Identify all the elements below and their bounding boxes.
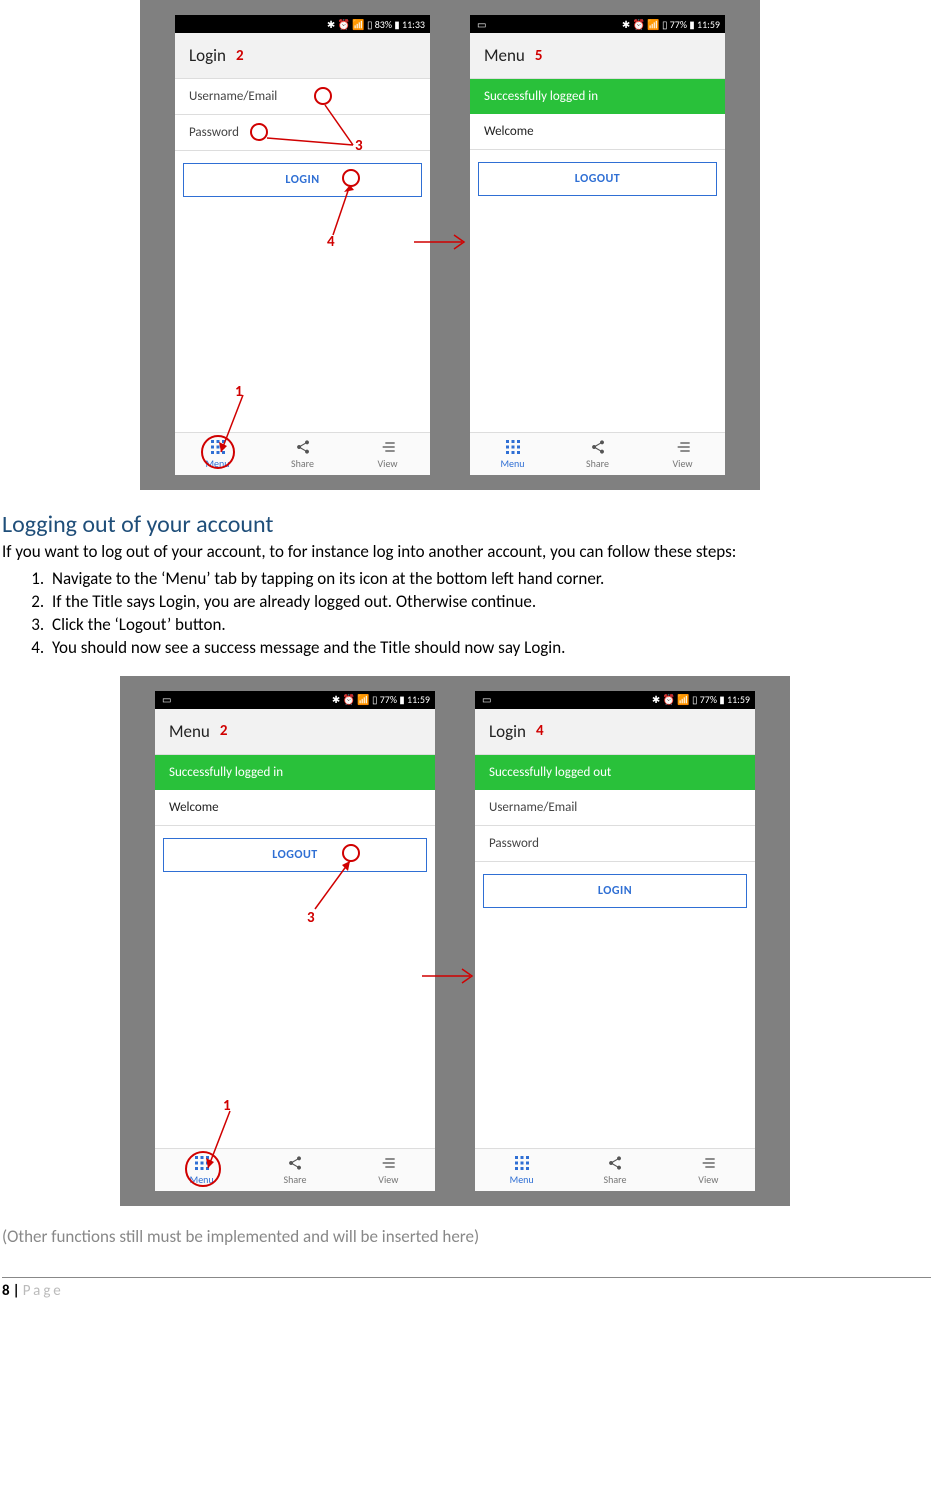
tab-share[interactable]: Share xyxy=(555,433,640,475)
share-icon xyxy=(568,1155,661,1171)
screen-title: Menu xyxy=(484,45,525,66)
annotation-2: 2 xyxy=(220,722,228,740)
phone-menu: ▭ ✱ ⏰ 📶 ▯ 77% ▮ 11:59 Menu 5 Successfull… xyxy=(470,15,725,475)
annotation-3: 3 xyxy=(307,909,315,927)
success-banner: Successfully logged out xyxy=(475,755,755,790)
phone-menu: ▭ ✱ ⏰ 📶 ▯ 77% ▮ 11:59 Menu 2 Successfull… xyxy=(155,691,435,1191)
tab-menu[interactable]: Menu xyxy=(475,1149,568,1191)
annotation-5: 5 xyxy=(535,47,543,65)
login-button[interactable]: LOGIN xyxy=(183,163,422,197)
logout-button[interactable]: LOGOUT xyxy=(163,838,427,872)
status-icons: ✱ ⏰ 📶 ▯ 77% ▮ 11:59 xyxy=(332,693,430,706)
tab-menu[interactable]: Menu xyxy=(155,1149,248,1191)
phone-login: ✱ ⏰ 📶 ▯ 83% ▮ 11:33 Login 2 Username/Ema… xyxy=(175,15,430,475)
password-field[interactable]: Password xyxy=(175,115,430,151)
username-field[interactable]: Username/Email xyxy=(175,79,430,115)
image-icon: ▭ xyxy=(482,693,491,706)
welcome-text: Welcome xyxy=(155,790,435,826)
tab-share[interactable]: Share xyxy=(248,1149,341,1191)
status-bar: ▭ ✱ ⏰ 📶 ▯ 77% ▮ 11:59 xyxy=(470,15,725,33)
list-icon xyxy=(662,1155,755,1171)
list-icon xyxy=(342,1155,435,1171)
title-bar: Menu 5 xyxy=(470,33,725,79)
page-number: 8 xyxy=(2,1282,10,1300)
login-button[interactable]: LOGIN xyxy=(483,874,747,908)
step-item: You should now see a success message and… xyxy=(48,637,933,658)
bottom-nav: Menu Share View xyxy=(155,1148,435,1191)
list-icon xyxy=(640,439,725,455)
annotation-1: 1 xyxy=(223,1097,231,1115)
step-item: Click the ‘Logout’ button. xyxy=(48,614,933,635)
tab-view[interactable]: View xyxy=(662,1149,755,1191)
tab-view[interactable]: View xyxy=(342,1149,435,1191)
status-icons: ✱ ⏰ 📶 ▯ 77% ▮ 11:59 xyxy=(652,693,750,706)
figure-logout-flow: ▭ ✱ ⏰ 📶 ▯ 77% ▮ 11:59 Menu 2 Successfull… xyxy=(120,676,790,1206)
screen-title: Menu xyxy=(169,721,210,742)
status-icons: ✱ ⏰ 📶 ▯ 77% ▮ 11:59 xyxy=(622,18,720,31)
password-field[interactable]: Password xyxy=(475,826,755,862)
image-icon: ▭ xyxy=(162,693,171,706)
tab-menu[interactable]: Menu xyxy=(175,433,260,475)
annotation-2: 2 xyxy=(236,47,244,65)
welcome-text: Welcome xyxy=(470,114,725,150)
title-bar: Login 4 xyxy=(475,709,755,755)
grid-icon xyxy=(470,439,555,455)
status-bar: ▭ ✱ ⏰ 📶 ▯ 77% ▮ 11:59 xyxy=(155,691,435,709)
tab-share[interactable]: Share xyxy=(568,1149,661,1191)
intro-text: If you want to log out of your account, … xyxy=(2,541,933,564)
image-icon: ▭ xyxy=(477,18,486,31)
share-icon xyxy=(555,439,640,455)
screen-title: Login xyxy=(489,721,526,742)
status-icons: ✱ ⏰ 📶 ▯ 83% ▮ 11:33 xyxy=(327,18,425,31)
tab-share[interactable]: Share xyxy=(260,433,345,475)
tab-view[interactable]: View xyxy=(640,433,725,475)
step-item: If the Title says Login, you are already… xyxy=(48,591,933,612)
tab-menu[interactable]: Menu xyxy=(470,433,555,475)
page-label: Page xyxy=(23,1282,64,1300)
grid-icon xyxy=(475,1155,568,1171)
annotation-4: 4 xyxy=(536,722,544,740)
annotation-4: 4 xyxy=(327,233,335,251)
status-bar: ✱ ⏰ 📶 ▯ 83% ▮ 11:33 xyxy=(175,15,430,33)
phone-login-after: ▭ ✱ ⏰ 📶 ▯ 77% ▮ 11:59 Login 4 Successful… xyxy=(475,691,755,1191)
figure-login-flow: ✱ ⏰ 📶 ▯ 83% ▮ 11:33 Login 2 Username/Ema… xyxy=(140,0,760,490)
section-heading: Logging out of your account xyxy=(0,510,933,539)
title-bar: Login 2 xyxy=(175,33,430,79)
status-bar: ▭ ✱ ⏰ 📶 ▯ 77% ▮ 11:59 xyxy=(475,691,755,709)
annotation-3: 3 xyxy=(355,137,363,155)
annotation-1: 1 xyxy=(235,383,243,401)
share-icon xyxy=(260,439,345,455)
steps-list: Navigate to the ‘Menu’ tab by tapping on… xyxy=(26,568,933,658)
step-item: Navigate to the ‘Menu’ tab by tapping on… xyxy=(48,568,933,589)
success-banner: Successfully logged in xyxy=(470,79,725,114)
note-text: (Other functions still must be implement… xyxy=(2,1226,933,1247)
list-icon xyxy=(345,439,430,455)
page-footer: 8|Page xyxy=(2,1277,931,1300)
bottom-nav: Menu Share View xyxy=(470,432,725,475)
tab-view[interactable]: View xyxy=(345,433,430,475)
share-icon xyxy=(248,1155,341,1171)
bottom-nav: Menu Share View xyxy=(175,432,430,475)
bottom-nav: Menu Share View xyxy=(475,1148,755,1191)
logout-button[interactable]: LOGOUT xyxy=(478,162,717,196)
success-banner: Successfully logged in xyxy=(155,755,435,790)
username-field[interactable]: Username/Email xyxy=(475,790,755,826)
screen-title: Login xyxy=(189,45,226,66)
title-bar: Menu 2 xyxy=(155,709,435,755)
